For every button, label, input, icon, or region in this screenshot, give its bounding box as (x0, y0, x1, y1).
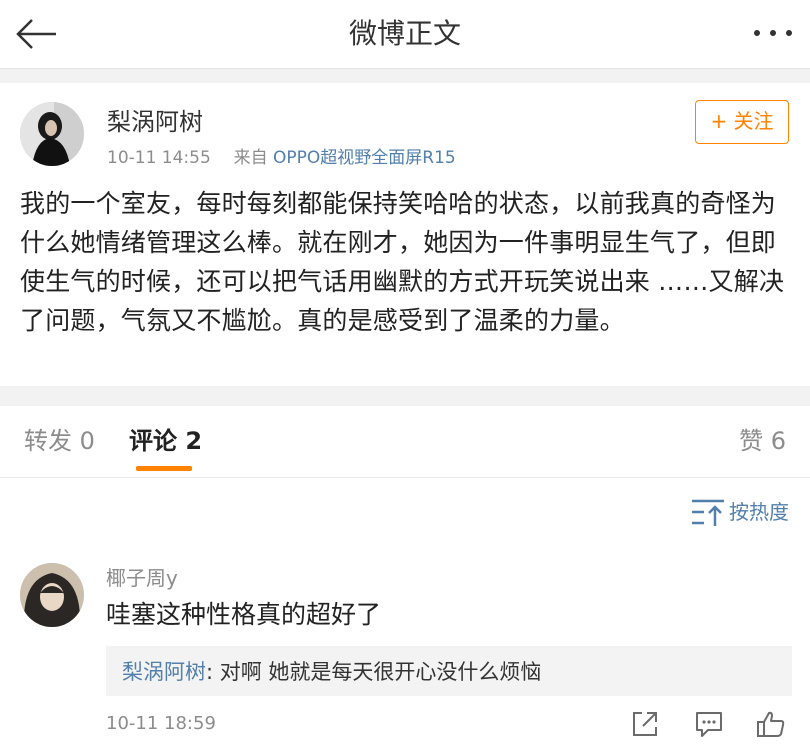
reply-author[interactable]: 梨涡阿树 (122, 660, 206, 684)
tab-like[interactable]: 赞 6 (739, 424, 786, 458)
source-prefix: 来自 (233, 148, 268, 168)
post-time: 10-11 14:55 (107, 148, 211, 168)
section-divider (0, 68, 810, 83)
more-dots-icon[interactable] (750, 20, 796, 46)
post-meta: 10-11 14:55 来自 OPPO超视野全面屏R15 (107, 146, 456, 170)
sort-icon[interactable] (690, 497, 726, 527)
comment-time: 10-11 18:59 (106, 713, 216, 734)
post-author-name[interactable]: 梨涡阿树 (107, 105, 203, 139)
commenter-avatar[interactable] (20, 563, 84, 627)
reply-content: : 对啊 她就是每天很开心没什么烦恼 (206, 660, 542, 684)
page-title: 微博正文 (348, 17, 461, 50)
tab-comments[interactable]: 评论 2 (129, 424, 202, 458)
reply-line: 梨涡阿树: 对啊 她就是每天很开心没什么烦恼 (122, 656, 541, 688)
section-divider (0, 386, 810, 406)
like-icon[interactable] (756, 709, 786, 739)
tab-repost[interactable]: 转发 0 (24, 424, 95, 458)
share-icon[interactable] (630, 709, 660, 739)
comment-text: 哇塞这种性格真的超好了 (106, 600, 382, 629)
sort-by-hot[interactable]: 按热度 (729, 497, 789, 527)
tabs-divider (0, 477, 810, 478)
commenter-name[interactable]: 椰子周y (106, 563, 178, 593)
post-text: 我的一个室友，每时每刻都能保持笑哈哈的状态，以前我真的奇怪为什么她情绪管理这么棒… (20, 189, 785, 335)
follow-button[interactable]: + 关注 (695, 100, 789, 144)
reply-icon[interactable] (694, 709, 724, 739)
author-avatar[interactable] (20, 102, 84, 166)
active-tab-indicator (136, 466, 192, 471)
post-source[interactable]: OPPO超视野全面屏R15 (273, 148, 456, 168)
